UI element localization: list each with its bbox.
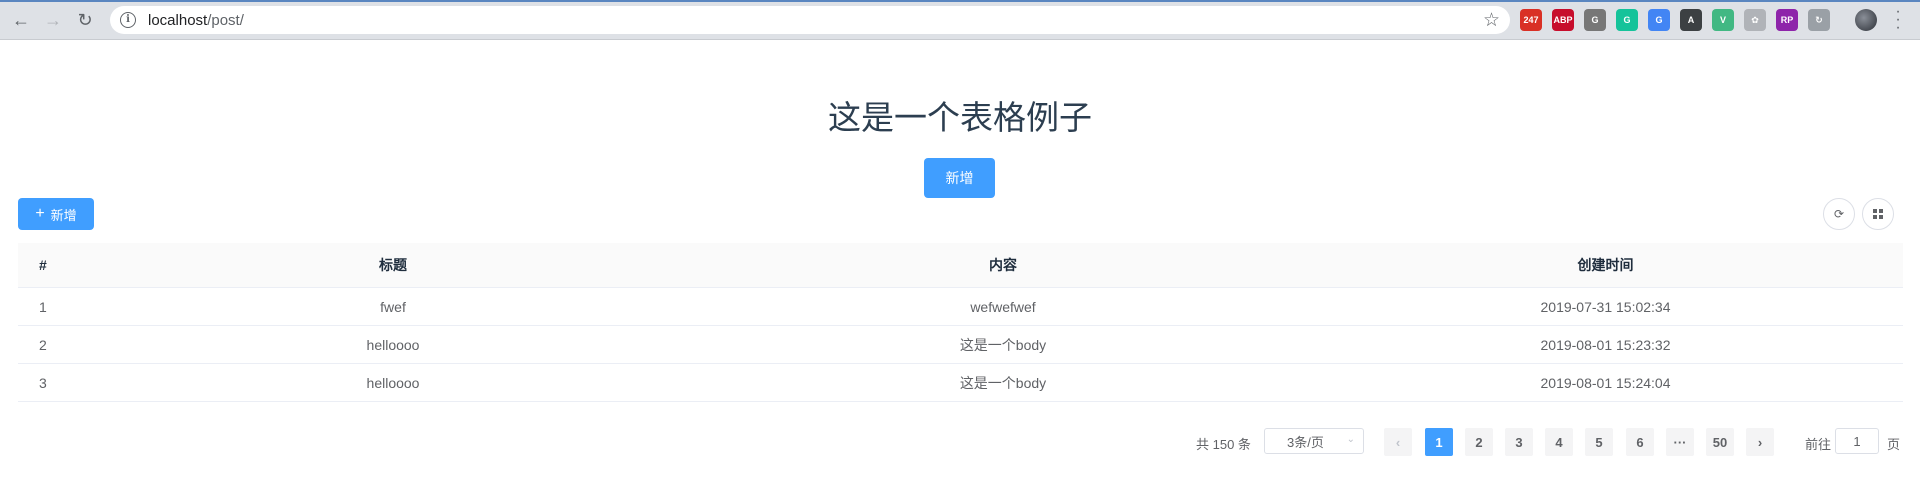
extensions-bar: 247 ABP G G G A V ✿ RP ↻ — [1520, 9, 1830, 31]
more-pages-button[interactable]: ··· — [1666, 428, 1694, 456]
chevron-down-icon: ⌄ — [1346, 434, 1355, 445]
cell-title: fwef — [380, 298, 406, 315]
page-button-5[interactable]: 5 — [1585, 428, 1613, 456]
translate-extension[interactable]: G — [1648, 9, 1670, 31]
rp-extension[interactable]: RP — [1776, 9, 1798, 31]
table-row[interactable]: 2 helloooo 这是一个body 2019-08-01 15:23:32 — [18, 326, 1903, 364]
column-header-title[interactable]: 标题 — [88, 243, 698, 287]
a-extension[interactable]: A — [1680, 9, 1702, 31]
grammar-extension[interactable]: G — [1584, 9, 1606, 31]
cell-index: 3 — [39, 374, 47, 391]
cell-content: wefwefwef — [970, 298, 1036, 315]
back-icon[interactable]: ← — [8, 7, 34, 33]
url-path: /post/ — [207, 11, 244, 29]
page-button-1[interactable]: 1 — [1425, 428, 1453, 456]
browser-toolbar: ← → ↻ i localhost/post/ ☆ 247 ABP G G G A V ✿ RP… — [0, 0, 1920, 40]
sync-extension[interactable]: ↻ — [1808, 9, 1830, 31]
cell-title: helloooo — [366, 336, 420, 353]
url-text[interactable]: localhost/post/ — [148, 12, 244, 29]
grid-view-button[interactable] — [1862, 198, 1894, 230]
vue-devtools-extension[interactable]: V — [1712, 9, 1734, 31]
prev-page-button[interactable]: ‹ — [1384, 428, 1412, 456]
table-row[interactable]: 1 fwef wefwefwef 2019-07-31 15:02:34 — [18, 288, 1903, 326]
column-header-content[interactable]: 内容 — [698, 243, 1308, 287]
page-button-2[interactable]: 2 — [1465, 428, 1493, 456]
table-row[interactable]: 3 helloooo 这是一个body 2019-08-01 15:24:04 — [18, 364, 1903, 402]
address-bar[interactable]: i localhost/post/ ☆ — [110, 6, 1510, 34]
page-title: 这是一个表格例子 — [828, 98, 1092, 137]
chevron-left-icon: ‹ — [1395, 434, 1401, 450]
cell-created: 2019-08-01 15:24:04 — [1540, 374, 1671, 391]
site-info-icon[interactable]: i — [120, 12, 136, 28]
window-accent-strip — [0, 0, 1920, 2]
generic-extension[interactable]: ✿ — [1744, 9, 1766, 31]
page-size-value: 3条/页 — [1287, 434, 1324, 450]
column-header-created[interactable]: 创建时间 — [1308, 243, 1903, 287]
browser-menu-icon[interactable]: · · · — [1893, 4, 1903, 36]
column-header-index[interactable]: # — [18, 243, 88, 287]
url-host: localhost — [148, 11, 208, 29]
table-header: # 标题 内容 创建时间 — [18, 243, 1903, 288]
goto-label: 前往 — [1805, 437, 1832, 452]
page-button-4[interactable]: 4 — [1545, 428, 1573, 456]
goto-page-input[interactable] — [1835, 428, 1879, 454]
refresh-button[interactable]: ⟳ — [1823, 198, 1855, 230]
chevron-right-icon: › — [1757, 434, 1763, 450]
pagination-total: 共 150 条 — [1196, 437, 1251, 452]
forward-icon[interactable]: → — [40, 7, 66, 33]
page-button-3[interactable]: 3 — [1505, 428, 1533, 456]
page-button-last[interactable]: 50 — [1706, 428, 1734, 456]
cell-created: 2019-08-01 15:23:32 — [1540, 336, 1671, 353]
grammarly-extension[interactable]: G — [1616, 9, 1638, 31]
cell-content: 这是一个body — [959, 336, 1047, 353]
gmail-247-extension[interactable]: 247 — [1520, 9, 1542, 31]
goto-unit: 页 — [1887, 437, 1901, 452]
add-button-label: 新增 — [50, 207, 77, 223]
page-size-select[interactable]: 3条/页 ⌄ — [1264, 428, 1364, 454]
reload-icon[interactable]: ↻ — [72, 7, 98, 33]
center-add-button-label: 新增 — [945, 170, 974, 186]
cell-title: helloooo — [366, 374, 420, 391]
grid-icon — [1873, 209, 1883, 219]
refresh-icon: ⟳ — [1833, 207, 1845, 221]
add-button[interactable]: + 新增 — [18, 198, 94, 230]
cell-index: 1 — [39, 298, 47, 315]
page-button-6[interactable]: 6 — [1626, 428, 1654, 456]
cell-content: 这是一个body — [959, 374, 1047, 391]
bookmark-star-icon[interactable]: ☆ — [1483, 9, 1500, 32]
center-add-button[interactable]: 新增 — [924, 158, 995, 198]
profile-avatar[interactable] — [1855, 9, 1877, 31]
next-page-button[interactable]: › — [1746, 428, 1774, 456]
posts-table: # 标题 内容 创建时间 1 fwef wefwefwef 2019-07-31… — [18, 243, 1903, 402]
adblock-plus-extension[interactable]: ABP — [1552, 9, 1574, 31]
plus-icon: + — [35, 205, 45, 222]
cell-index: 2 — [39, 336, 47, 353]
cell-created: 2019-07-31 15:02:34 — [1540, 298, 1671, 315]
pagination: 共 150 条 3条/页 ⌄ ‹ 1 2 3 4 5 6 ··· 50 › 前往… — [0, 428, 1920, 456]
